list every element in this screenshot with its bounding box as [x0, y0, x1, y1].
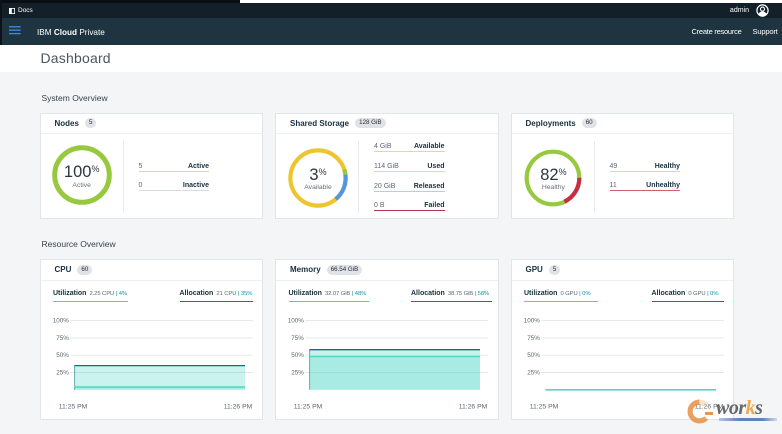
- svg-text:25%: 25%: [527, 369, 540, 376]
- svg-text:11:26 PM: 11:26 PM: [459, 403, 488, 410]
- svg-text:50%: 50%: [56, 352, 69, 359]
- svg-text:75%: 75%: [291, 334, 304, 341]
- svg-text:50%: 50%: [291, 352, 304, 359]
- svg-text:11:26 PM: 11:26 PM: [223, 403, 252, 410]
- svg-text:50%: 50%: [527, 352, 540, 359]
- svg-text:100%: 100%: [523, 317, 539, 324]
- svg-text:25%: 25%: [56, 369, 69, 376]
- svg-text:11:25 PM: 11:25 PM: [294, 403, 323, 410]
- svg-text:75%: 75%: [56, 334, 69, 341]
- svg-text:100%: 100%: [52, 317, 68, 324]
- svg-text:75%: 75%: [527, 334, 540, 341]
- svg-text:11:25 PM: 11:25 PM: [58, 403, 87, 410]
- svg-text:25%: 25%: [291, 369, 304, 376]
- svg-text:100%: 100%: [288, 317, 304, 324]
- svg-text:11:25 PM: 11:25 PM: [529, 403, 558, 410]
